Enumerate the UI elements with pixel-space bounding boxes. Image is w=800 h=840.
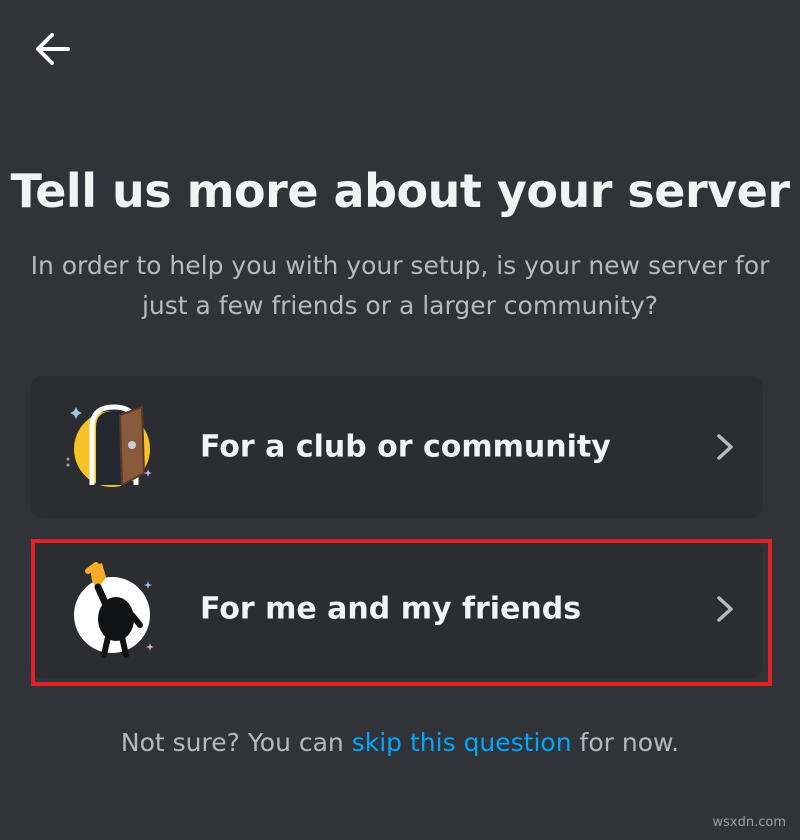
page-title: Tell us more about your server: [10, 164, 790, 218]
skip-footer: Not sure? You can skip this question for…: [0, 728, 800, 757]
chevron-right-icon: [717, 596, 733, 622]
footer-prefix: Not sure? You can: [120, 728, 352, 757]
server-setup-screen: Tell us more about your server In order …: [0, 0, 800, 840]
option-label: For me and my friends: [200, 591, 582, 627]
option-label: For a club or community: [200, 429, 611, 465]
page-subtitle: In order to help you with your setup, is…: [30, 251, 770, 320]
option-club-or-community[interactable]: For a club or community: [30, 376, 763, 518]
skip-question-link[interactable]: skip this question: [352, 728, 572, 757]
option-me-and-my-friends[interactable]: For me and my friends: [30, 540, 763, 678]
waving-character-icon: [74, 562, 154, 658]
watermark: wsxdn.com: [712, 815, 787, 830]
arrow-left-icon: [36, 33, 70, 65]
footer-suffix: for now.: [571, 728, 680, 757]
open-door-icon: [66, 404, 152, 487]
chevron-right-icon: [717, 434, 733, 460]
back-button[interactable]: [26, 26, 78, 72]
